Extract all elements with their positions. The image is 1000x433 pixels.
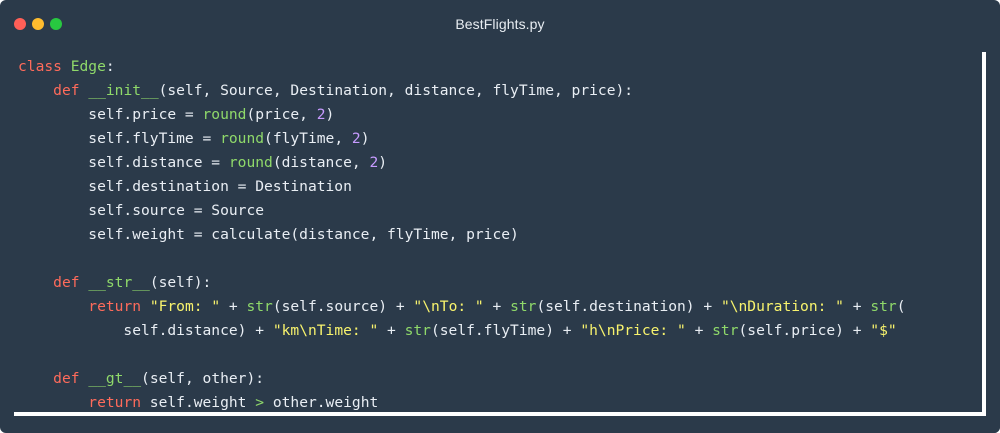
code-token: (self.source) + <box>272 298 414 315</box>
code-token: (self, other): <box>141 370 265 387</box>
code-token: (self.price) + <box>738 322 871 339</box>
code-token: return <box>88 394 142 411</box>
code-token: (price, <box>246 106 317 123</box>
code-token: (self.flyTime) + <box>430 322 581 339</box>
code-line: class Edge: <box>18 57 905 81</box>
code-token: + <box>685 322 713 339</box>
code-token: self.destination = Destination <box>18 178 352 195</box>
code-token: self.price = <box>18 106 203 123</box>
title-bar: BestFlights.py <box>0 0 1000 50</box>
code-line: self.destination = Destination <box>18 177 905 201</box>
code-token: round <box>228 154 273 171</box>
code-token: __gt__ <box>88 370 142 387</box>
code-line: def __init__(self, Source, Destination, … <box>18 81 905 105</box>
code-window: BestFlights.py class Edge: def __init__(… <box>0 0 1000 433</box>
code-token: str <box>404 322 431 339</box>
code-token: return <box>88 298 142 315</box>
code-token: "h\nPrice: " <box>580 322 686 339</box>
code-token: str <box>510 298 537 315</box>
code-token: other.weight <box>264 394 379 411</box>
code-token: 2 <box>369 154 379 171</box>
code-line: self.distance) + "km\nTime: " + str(self… <box>18 321 905 345</box>
code-token: str <box>246 298 273 315</box>
code-token: def <box>53 370 80 387</box>
code-token: self.flyTime = <box>18 130 221 147</box>
code-line: self.source = Source <box>18 201 905 225</box>
code-token: ( <box>896 298 906 315</box>
window-title: BestFlights.py <box>455 16 545 32</box>
code-token: + <box>843 298 871 315</box>
code-token: ) <box>360 130 370 147</box>
code-token: def <box>53 274 80 291</box>
code-token: + <box>483 298 511 315</box>
code-token: (self): <box>149 274 212 291</box>
code-token: self.source = Source <box>18 202 265 219</box>
code-token: "\nTo: " <box>413 298 484 315</box>
code-token: 2 <box>351 130 361 147</box>
horizontal-scrollbar[interactable] <box>14 412 986 416</box>
code-token: "\nDuration: " <box>720 298 844 315</box>
code-token: : <box>105 58 115 75</box>
code-token: self.weight = calculate(distance, flyTim… <box>18 226 519 243</box>
code-line: return "From: " + str(self.source) + "\n… <box>18 297 905 321</box>
code-token: str <box>870 298 897 315</box>
code-token: (flyTime, <box>264 130 352 147</box>
code-line: def __gt__(self, other): <box>18 369 905 393</box>
code-token: class <box>18 58 62 75</box>
code-token: + <box>378 322 405 339</box>
code-line: self.price = round(price, 2) <box>18 105 905 129</box>
code-token: + <box>220 298 247 315</box>
code-lines: class Edge: def __init__(self, Source, D… <box>18 57 905 417</box>
code-token: (distance, <box>272 154 370 171</box>
code-token: (self.destination) + <box>536 298 721 315</box>
code-line: self.weight = calculate(distance, flyTim… <box>18 225 905 249</box>
code-token: self.distance = <box>18 154 229 171</box>
code-token: ) <box>378 154 388 171</box>
code-token: "km\nTime: " <box>272 322 379 339</box>
vertical-scrollbar-track[interactable] <box>986 50 1000 433</box>
code-token: round <box>220 130 265 147</box>
code-token: > <box>255 394 265 411</box>
code-token: __init__ <box>88 82 159 99</box>
code-token: def <box>53 82 80 99</box>
code-token: round <box>202 106 247 123</box>
code-token: "$" <box>870 322 897 339</box>
vertical-scrollbar[interactable] <box>982 52 986 416</box>
code-token: 2 <box>316 106 326 123</box>
code-line: self.flyTime = round(flyTime, 2) <box>18 129 905 153</box>
code-token: ) <box>325 106 335 123</box>
code-token: __str__ <box>88 274 150 291</box>
code-line: def __str__(self): <box>18 273 905 297</box>
code-token: (self, Source, Destination, distance, fl… <box>158 82 634 99</box>
code-token: self.distance) + <box>18 322 273 339</box>
code-token: Edge <box>70 58 106 75</box>
code-token: self.weight <box>141 394 256 411</box>
code-token: str <box>712 322 739 339</box>
code-line: self.distance = round(distance, 2) <box>18 153 905 177</box>
code-token: "From: " <box>149 298 221 315</box>
